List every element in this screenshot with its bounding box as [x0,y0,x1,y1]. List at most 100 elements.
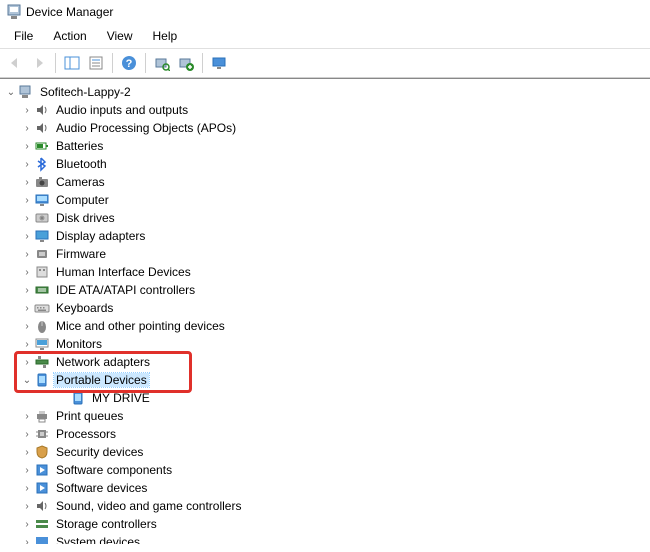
tree-category[interactable]: › System devices [2,533,648,544]
expand-icon[interactable]: › [20,319,34,333]
tree-root[interactable]: ⌄ Sofitech-Lappy-2 [2,83,648,101]
tree-category[interactable]: › Storage controllers [2,515,648,533]
category-label[interactable]: Storage controllers [54,517,159,531]
toolbar: ? [0,49,650,78]
expand-icon[interactable]: › [20,427,34,441]
category-label[interactable]: Bluetooth [54,157,109,171]
tree-category[interactable]: › Display adapters [2,227,648,245]
category-label[interactable]: Software devices [54,481,149,495]
category-label[interactable]: Network adapters [54,355,152,369]
help-button[interactable]: ? [118,52,140,74]
tree-category[interactable]: › Audio inputs and outputs [2,101,648,119]
tree-category[interactable]: › Batteries [2,137,648,155]
menu-action[interactable]: Action [43,26,96,46]
category-label[interactable]: Audio Processing Objects (APOs) [54,121,238,135]
keyboard-icon [34,300,50,316]
expand-icon[interactable]: › [20,283,34,297]
category-label[interactable]: Print queues [54,409,125,423]
category-label[interactable]: Mice and other pointing devices [54,319,227,333]
expand-icon[interactable]: › [20,103,34,117]
category-label[interactable]: Monitors [54,337,104,351]
show-hide-tree-button[interactable] [61,52,83,74]
expand-icon[interactable]: › [20,337,34,351]
category-label[interactable]: Portable Devices [54,373,149,387]
menu-help[interactable]: Help [143,26,188,46]
expand-icon[interactable]: › [20,193,34,207]
collapse-icon[interactable]: ⌄ [20,373,34,387]
toolbar-separator [112,53,113,73]
category-label[interactable]: System devices [54,535,142,544]
category-label[interactable]: Keyboards [54,301,115,315]
expand-icon[interactable]: › [20,211,34,225]
add-legacy-hardware-button[interactable] [175,52,197,74]
tree-category[interactable]: › Bluetooth [2,155,648,173]
tree-category[interactable]: › Sound, video and game controllers [2,497,648,515]
category-label[interactable]: Disk drives [54,211,117,225]
expand-icon[interactable]: › [20,355,34,369]
category-label[interactable]: Security devices [54,445,145,459]
tree-category[interactable]: › Software components [2,461,648,479]
expand-icon[interactable]: › [20,157,34,171]
category-label[interactable]: Computer [54,193,111,207]
category-label[interactable]: Cameras [54,175,107,189]
tree-category[interactable]: › Disk drives [2,209,648,227]
tree-category[interactable]: › Firmware [2,245,648,263]
expand-icon[interactable]: › [20,535,34,544]
tree-category[interactable]: › Security devices [2,443,648,461]
tree-category[interactable]: › Computer [2,191,648,209]
menu-view[interactable]: View [97,26,143,46]
expand-icon[interactable]: › [20,463,34,477]
tree-category[interactable]: ⌄ Portable Devices [2,371,648,389]
category-label[interactable]: Firmware [54,247,108,261]
remote-button[interactable] [208,52,230,74]
back-button [4,52,26,74]
menu-file[interactable]: File [4,26,43,46]
expand-icon[interactable]: › [20,121,34,135]
expand-icon[interactable]: › [20,499,34,513]
expand-icon[interactable]: › [20,481,34,495]
expand-icon[interactable]: › [20,139,34,153]
tree-category[interactable]: › Human Interface Devices [2,263,648,281]
properties-button[interactable] [85,52,107,74]
category-label[interactable]: Processors [54,427,118,441]
tree-category[interactable]: › Audio Processing Objects (APOs) [2,119,648,137]
toolbar-separator [55,53,56,73]
tree-category[interactable]: › Mice and other pointing devices [2,317,648,335]
expand-icon[interactable]: › [20,265,34,279]
category-label[interactable]: Batteries [54,139,105,153]
tree-category[interactable]: › Keyboards [2,299,648,317]
category-label[interactable]: Display adapters [54,229,147,243]
tree-category[interactable]: › Network adapters [2,353,648,371]
scan-hardware-button[interactable] [151,52,173,74]
root-label[interactable]: Sofitech-Lappy-2 [38,85,133,99]
expand-icon[interactable]: › [20,409,34,423]
expand-icon[interactable]: › [20,517,34,531]
display-icon [34,228,50,244]
tree-category[interactable]: › Software devices [2,479,648,497]
device-tree[interactable]: ⌄ Sofitech-Lappy-2 › Audio inputs and ou… [0,78,650,544]
camera-icon [34,174,50,190]
category-label[interactable]: Human Interface Devices [54,265,193,279]
category-label[interactable]: Software components [54,463,174,477]
system-icon [34,534,50,544]
category-label[interactable]: IDE ATA/ATAPI controllers [54,283,197,297]
tree-category[interactable]: › Processors [2,425,648,443]
tree-category[interactable]: › IDE ATA/ATAPI controllers [2,281,648,299]
tree-device[interactable]: MY DRIVE [2,389,648,407]
expand-icon[interactable]: › [20,445,34,459]
tree-category[interactable]: › Cameras [2,173,648,191]
expand-icon[interactable]: › [20,247,34,261]
tree-category[interactable]: › Monitors [2,335,648,353]
tree-category[interactable]: › Print queues [2,407,648,425]
category-label[interactable]: Sound, video and game controllers [54,499,243,513]
expand-icon[interactable]: › [20,229,34,243]
software-icon [34,480,50,496]
category-label[interactable]: Audio inputs and outputs [54,103,190,117]
computer-icon [18,84,34,100]
expand-icon[interactable]: › [20,175,34,189]
software-icon [34,462,50,478]
collapse-icon[interactable]: ⌄ [4,85,18,99]
cpu-icon [34,426,50,442]
device-label[interactable]: MY DRIVE [90,391,152,405]
expand-icon[interactable]: › [20,301,34,315]
